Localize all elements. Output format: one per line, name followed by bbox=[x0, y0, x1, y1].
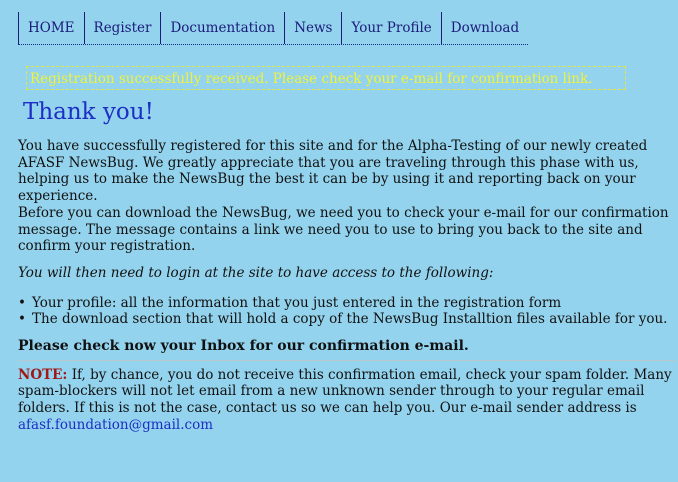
spam-note: NOTE: If, by chance, you do not receive … bbox=[18, 367, 676, 434]
note-line-3: folders. If this is not the case, contac… bbox=[18, 400, 637, 417]
inbox-reminder: Please check now your Inbox for our conf… bbox=[18, 338, 676, 361]
list-item: The download section that will hold a co… bbox=[18, 311, 676, 328]
nav-your-profile-link[interactable]: Your Profile bbox=[341, 12, 440, 44]
access-list: Your profile: all the information that y… bbox=[18, 295, 676, 328]
nav-news-link[interactable]: News bbox=[284, 12, 341, 44]
list-item: Your profile: all the information that y… bbox=[18, 295, 676, 312]
nav-home-link[interactable]: HOME bbox=[18, 12, 84, 44]
access-intro: You will then need to login at the site … bbox=[18, 264, 494, 281]
note-label: NOTE: bbox=[18, 366, 68, 383]
nav-register-link[interactable]: Register bbox=[83, 12, 161, 44]
sender-email-address: afasf.foundation@gmail.com bbox=[18, 416, 214, 433]
nav-download-link[interactable]: Download bbox=[440, 12, 528, 44]
intro-paragraph: You have successfully registered for thi… bbox=[18, 138, 648, 205]
nav-documentation-link[interactable]: Documentation bbox=[160, 12, 284, 44]
note-line-2: spam-blockers will not let email from a … bbox=[18, 383, 645, 400]
note-line-1: If, by chance, you do not receive this c… bbox=[67, 366, 672, 383]
top-nav: HOME Register Documentation News Your Pr… bbox=[18, 12, 529, 45]
registration-notice: Registration successfully received. Plea… bbox=[26, 66, 626, 90]
main-content: You have successfully registered for thi… bbox=[18, 138, 676, 434]
page-title: Thank you! bbox=[23, 99, 154, 125]
confirmation-paragraph: Before you can download the NewsBug, we … bbox=[18, 204, 669, 255]
